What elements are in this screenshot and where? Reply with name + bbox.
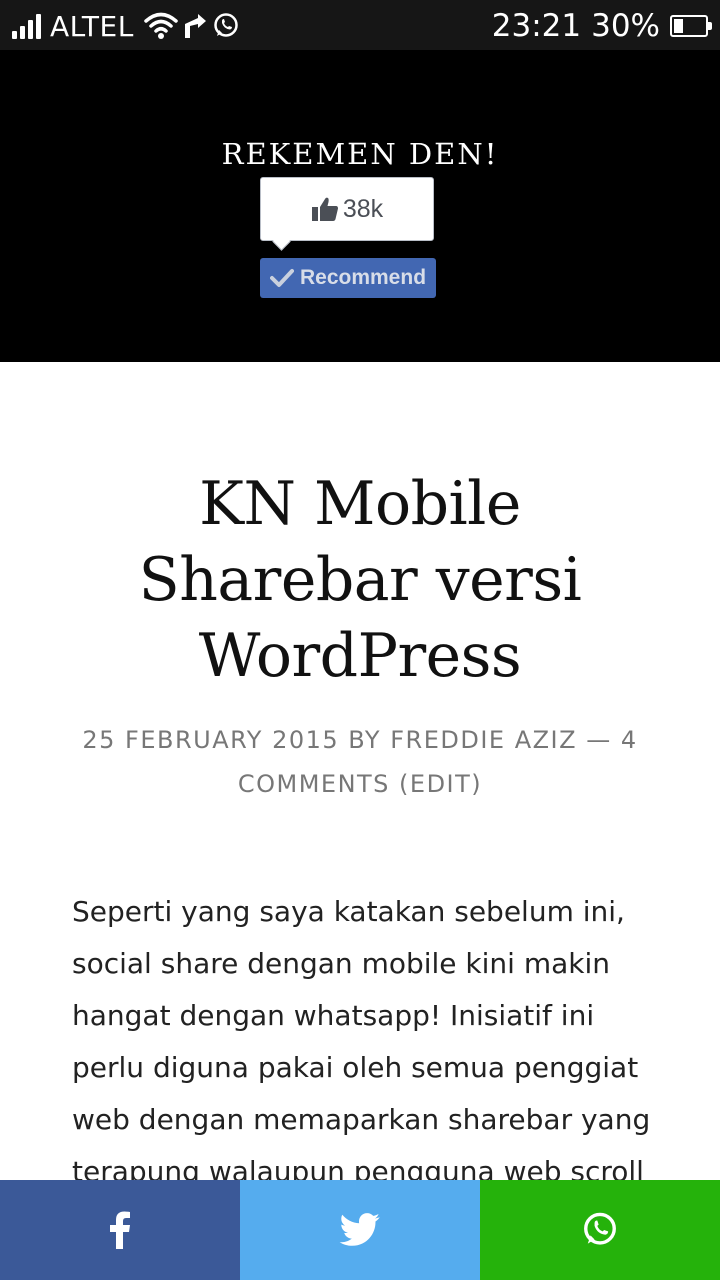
whatsapp-icon — [212, 12, 240, 40]
share-bar — [0, 1180, 720, 1280]
twitter-icon — [339, 1213, 381, 1247]
check-icon — [269, 268, 294, 288]
status-bar: ALTEL 23:21 30% — [0, 0, 720, 50]
battery-percent: 30% — [591, 8, 660, 44]
whatsapp-share-button[interactable] — [480, 1180, 720, 1280]
clock: 23:21 — [491, 8, 582, 44]
post-title: KN Mobile Sharebar versi WordPress — [138, 469, 582, 691]
recommend-label: Recommend — [299, 266, 427, 289]
like-count-box: 38k — [260, 177, 434, 241]
status-bar-right: 23:21 30% — [491, 8, 712, 44]
battery-fill — [674, 19, 683, 33]
facebook-share-button[interactable] — [0, 1180, 240, 1280]
wifi-icon — [144, 11, 178, 41]
send-icon — [182, 12, 208, 40]
whatsapp-icon — [581, 1211, 619, 1249]
signal-icon — [12, 13, 44, 39]
carrier-name: ALTEL — [50, 9, 134, 43]
twitter-share-button[interactable] — [240, 1180, 480, 1280]
header-banner: REKEMEN DEN! 38k Recommend — [0, 50, 720, 362]
post-meta: 25 FEBRUARY 2015 BY FREDDIE AZIZ — 4 COM… — [82, 726, 638, 798]
status-bar-left: ALTEL — [12, 8, 240, 44]
recommend-button[interactable]: Recommend — [260, 258, 436, 298]
thumbs-up-icon — [311, 196, 339, 222]
facebook-icon — [109, 1211, 131, 1249]
header-title: REKEMEN DEN! — [221, 137, 499, 171]
like-count: 38k — [342, 194, 384, 223]
post-body: Seperti yang saya katakan sebelum ini, s… — [72, 895, 651, 1188]
battery-icon — [670, 15, 712, 37]
